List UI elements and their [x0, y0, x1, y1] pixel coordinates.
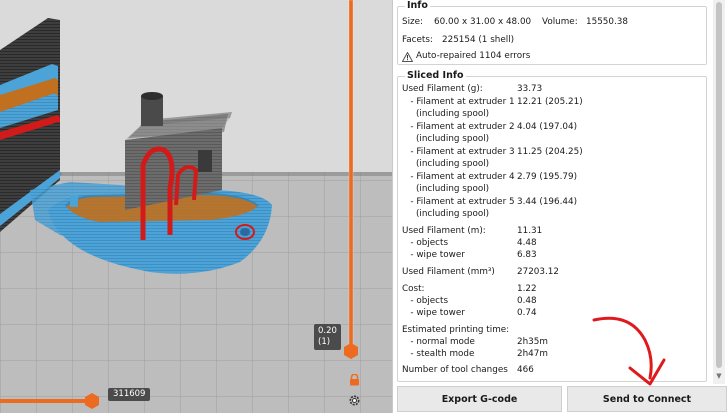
- sliced-row-label: - Filament at extruder 4: [402, 172, 515, 182]
- sliced-row-label: (including spool): [402, 159, 490, 169]
- 3d-preview-viewport[interactable]: 0.20 (1) 311609: [0, 0, 392, 413]
- sliced-row-value: 11.25 (204.25): [517, 147, 583, 157]
- vertical-scrollbar[interactable]: ▼: [713, 0, 725, 384]
- warning-row: Auto-repaired 1104 errors: [401, 50, 531, 62]
- sliced-row-label: - Filament at extruder 5: [402, 197, 515, 207]
- sliced-row-label: - wipe tower: [402, 250, 465, 260]
- sliced-row-value: 1.22: [517, 284, 537, 294]
- sliced-row-label: (including spool): [402, 109, 490, 119]
- sliced-row-value: 4.04 (197.04): [517, 122, 578, 132]
- sliced-row-value: 466: [517, 365, 534, 375]
- top-layer-label: 0.20 (1): [314, 324, 341, 350]
- volume-label: Volume:: [542, 17, 578, 27]
- sliced-row-value: 4.48: [517, 238, 537, 248]
- send-to-connect-button[interactable]: Send to Connect: [567, 386, 727, 412]
- sliced-row-value: 2.79 (195.79): [517, 172, 578, 182]
- sliced-row-value: 0.48: [517, 296, 537, 306]
- sliced-row-label: - wipe tower: [402, 308, 465, 318]
- sliced-row-label: Used Filament (m):: [402, 226, 486, 236]
- lock-icon[interactable]: [347, 373, 361, 387]
- sliced-row-label: - stealth mode: [402, 349, 475, 359]
- sliced-row-label: (including spool): [402, 209, 490, 219]
- sliced-row-value: 12.21 (205.21): [517, 97, 583, 107]
- size-label: Size:: [402, 17, 424, 27]
- sliced-row-label: - Filament at extruder 3: [402, 147, 515, 157]
- size-value: 60.00 x 31.00 x 48.00: [434, 17, 532, 27]
- export-gcode-button[interactable]: Export G-code: [397, 386, 562, 412]
- info-title: Info: [405, 0, 430, 12]
- sliced-row-label: - objects: [402, 296, 449, 306]
- sliced-row-value: 3.44 (196.44): [517, 197, 578, 207]
- sliced-row-value: 2h47m: [517, 349, 548, 359]
- facets-label: Facets:: [402, 35, 433, 45]
- sliced-row-value: 6.83: [517, 250, 537, 260]
- right-sidebar: Info Size: 60.00 x 31.00 x 48.00 Volume:…: [392, 0, 728, 413]
- move-value: 311609: [113, 389, 146, 399]
- sliced-row-label: (including spool): [402, 184, 490, 194]
- sliced-row-label: - Filament at extruder 2: [402, 122, 515, 132]
- bottom-move-label: 311609: [108, 388, 151, 401]
- sliced-row-value: 11.31: [517, 226, 543, 236]
- info-panel: Info Size: 60.00 x 31.00 x 48.00 Volume:…: [397, 0, 709, 384]
- sliced-row-label: Estimated printing time:: [402, 325, 510, 335]
- top-layer-value: 0.20 (1): [318, 326, 337, 347]
- sliced-row-label: - objects: [402, 238, 449, 248]
- sliced-row-value: 27203.12: [517, 267, 559, 277]
- sliced-row-value: 0.74: [517, 308, 537, 318]
- sliced-row-label: Number of tool changes: [402, 365, 508, 375]
- sliced-row-label: - Filament at extruder 1: [402, 97, 515, 107]
- sliced-row-label: Used Filament (g):: [402, 84, 483, 94]
- sliced-row-value: 2h35m: [517, 337, 548, 347]
- settings-cog-icon[interactable]: [347, 393, 361, 407]
- sliced-row-label: Used Filament (mm³): [402, 267, 495, 277]
- warning-text: Auto-repaired 1104 errors: [416, 51, 531, 61]
- action-buttons: Export G-code Send to Connect: [397, 386, 727, 413]
- info-group: Info Size: 60.00 x 31.00 x 48.00 Volume:…: [397, 0, 707, 65]
- sliced-row-value: 33.73: [517, 84, 543, 94]
- facets-value: 225154 (1 shell): [442, 35, 515, 45]
- sliced-row-label: - normal mode: [402, 337, 475, 347]
- sliced-info-title: Sliced Info: [405, 70, 466, 82]
- warning-icon: [401, 50, 414, 62]
- scrollbar-thumb[interactable]: [716, 2, 722, 368]
- sliced-row-label: Cost:: [402, 284, 425, 294]
- scroll-down-arrow-icon[interactable]: ▼: [715, 372, 723, 380]
- sliced-info-group: Sliced Info Used Filament (g): 33.73 - Fi…: [397, 70, 707, 382]
- volume-value: 15550.38: [586, 17, 628, 27]
- sliced-row-label: (including spool): [402, 134, 490, 144]
- sliced-model-scene[interactable]: [0, 0, 392, 413]
